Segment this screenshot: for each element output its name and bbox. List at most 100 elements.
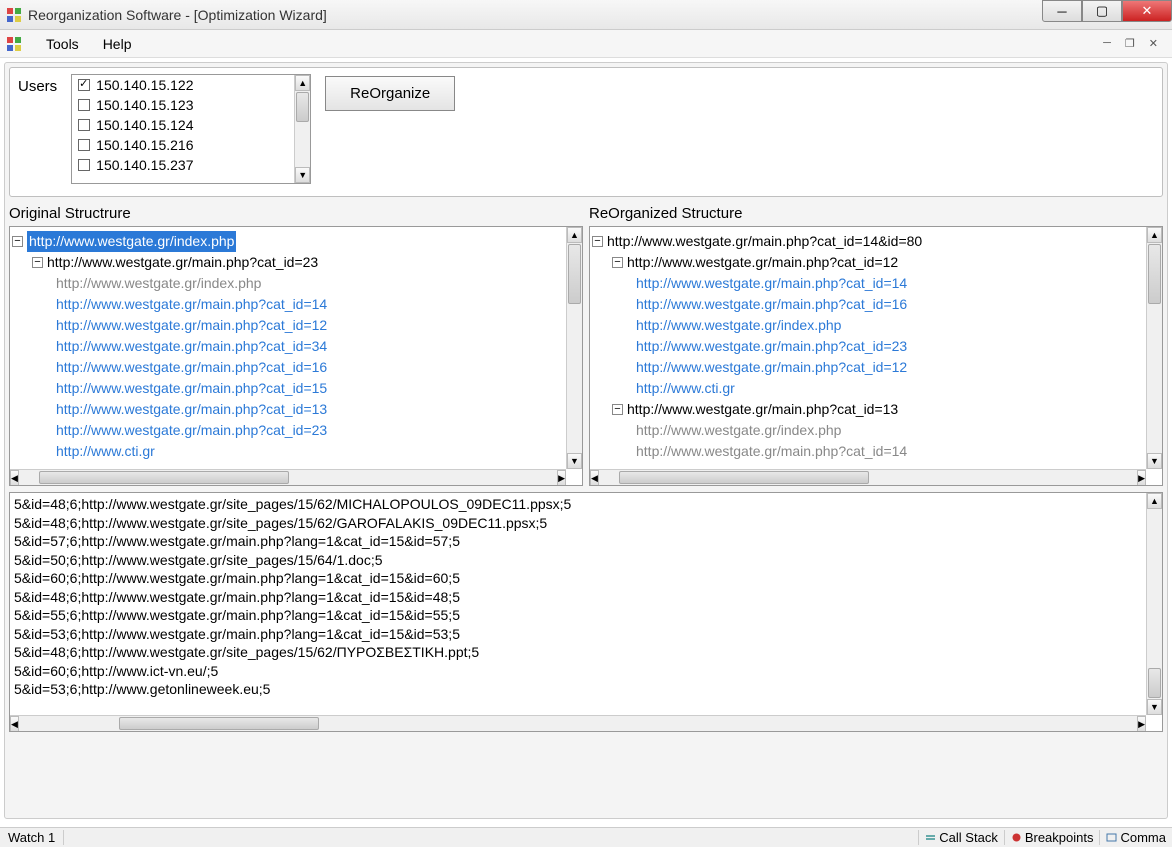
tree-node[interactable]: http://www.westgate.gr/main.php?cat_id=1…	[56, 378, 327, 399]
tree-node[interactable]: http://www.westgate.gr/main.php?cat_id=1…	[56, 357, 327, 378]
user-ip: 150.140.15.122	[96, 77, 193, 93]
callstack-tab[interactable]: Call Stack	[918, 830, 1004, 845]
tree-node[interactable]: http://www.westgate.gr/main.php?cat_id=1…	[56, 315, 327, 336]
maximize-button[interactable]: ▢	[1082, 0, 1122, 22]
tree-node[interactable]: http://www.westgate.gr/index.php	[636, 420, 841, 441]
user-row[interactable]: 150.140.15.122	[72, 75, 294, 95]
tree-node[interactable]: http://www.westgate.gr/main.php?cat_id=3…	[56, 336, 327, 357]
scroll-left-icon[interactable]: ◀	[590, 470, 599, 486]
user-checkbox[interactable]	[78, 159, 90, 171]
client-area: Users 150.140.15.122150.140.15.123150.14…	[4, 62, 1168, 819]
scroll-up-icon[interactable]: ▲	[567, 227, 582, 243]
tree-node[interactable]: http://www.westgate.gr/index.php	[27, 231, 236, 252]
scroll-left-icon[interactable]: ◀	[10, 716, 19, 732]
tree-node[interactable]: http://www.westgate.gr/main.php?cat_id=1…	[636, 441, 907, 462]
user-checkbox[interactable]	[78, 79, 90, 91]
log-line: 5&id=60;6;http://www.ict-vn.eu/;5	[14, 662, 1142, 681]
command-icon	[1106, 832, 1117, 843]
tree-node[interactable]: http://www.westgate.gr/index.php	[56, 273, 261, 294]
tree-expander[interactable]: −	[612, 257, 623, 268]
user-ip: 150.140.15.216	[96, 137, 193, 153]
tree-row: http://www.westgate.gr/index.php	[592, 420, 1144, 441]
tree-expander[interactable]: −	[12, 236, 23, 247]
tree-vscroll[interactable]: ▲ ▼	[1146, 227, 1162, 469]
tree-hscroll[interactable]: ◀ ▶	[590, 469, 1146, 485]
reorganized-structure-label: ReOrganized Structure	[589, 205, 1163, 222]
tree-node[interactable]: http://www.westgate.gr/main.php?cat_id=1…	[607, 231, 922, 252]
scroll-down-icon[interactable]: ▼	[1147, 453, 1162, 469]
tree-expander[interactable]: −	[592, 236, 603, 247]
tree-row: http://www.cti.gr	[592, 378, 1144, 399]
log-line: 5&id=50;6;http://www.westgate.gr/site_pa…	[14, 551, 1142, 570]
scroll-thumb[interactable]	[296, 92, 309, 122]
tree-expander[interactable]: −	[612, 404, 623, 415]
tree-row: −http://www.westgate.gr/main.php?cat_id=…	[12, 252, 564, 273]
reorganize-button[interactable]: ReOrganize	[325, 76, 455, 111]
menu-tools[interactable]: Tools	[36, 32, 89, 56]
menu-help[interactable]: Help	[93, 32, 142, 56]
menubar: Tools Help ─ ❐ ✕	[0, 30, 1172, 58]
scroll-thumb[interactable]	[1148, 668, 1161, 698]
scroll-right-icon[interactable]: ▶	[1137, 470, 1146, 486]
scroll-left-icon[interactable]: ◀	[10, 470, 19, 486]
tree-expander[interactable]: −	[32, 257, 43, 268]
log-line: 5&id=48;6;http://www.westgate.gr/main.ph…	[14, 588, 1142, 607]
mdi-close-button[interactable]: ✕	[1145, 35, 1162, 52]
command-tab[interactable]: Comma	[1099, 830, 1172, 845]
scroll-thumb[interactable]	[619, 471, 869, 484]
scroll-down-icon[interactable]: ▼	[567, 453, 582, 469]
log-line: 5&id=48;6;http://www.westgate.gr/site_pa…	[14, 643, 1142, 662]
scroll-thumb[interactable]	[119, 717, 319, 730]
tree-hscroll[interactable]: ◀ ▶	[10, 469, 566, 485]
scroll-up-icon[interactable]: ▲	[1147, 227, 1162, 243]
users-listbox[interactable]: 150.140.15.122 150.140.15.123150.140.15.1…	[71, 74, 311, 184]
tree-node[interactable]: http://www.westgate.gr/main.php?cat_id=2…	[47, 252, 318, 273]
log-line: 5&id=48;6;http://www.westgate.gr/site_pa…	[14, 514, 1142, 533]
original-tree[interactable]: −http://www.westgate.gr/index.php−http:/…	[9, 226, 583, 486]
tree-node[interactable]: http://www.westgate.gr/main.php?cat_id=1…	[627, 252, 898, 273]
scroll-thumb[interactable]	[39, 471, 289, 484]
log-vscroll[interactable]: ▲ ▼	[1146, 493, 1162, 715]
log-hscroll[interactable]: ◀ ▶	[10, 715, 1146, 731]
tree-node[interactable]: http://www.cti.gr	[56, 441, 155, 462]
scroll-up-icon[interactable]: ▲	[295, 75, 310, 91]
scroll-down-icon[interactable]: ▼	[1147, 699, 1162, 715]
tree-node[interactable]: http://www.westgate.gr/index.php	[636, 315, 841, 336]
log-textbox[interactable]: 5&id=48;6;http://www.westgate.gr/site_pa…	[9, 492, 1163, 732]
user-row[interactable]: 150.140.15.123	[72, 95, 294, 115]
tree-node[interactable]: http://www.westgate.gr/main.php?cat_id=1…	[56, 399, 327, 420]
tree-node[interactable]: http://www.westgate.gr/main.php?cat_id=1…	[636, 294, 907, 315]
tree-row: http://www.westgate.gr/main.php?cat_id=1…	[592, 294, 1144, 315]
tree-node[interactable]: http://www.cti.gr	[636, 378, 735, 399]
tree-node[interactable]: http://www.westgate.gr/main.php?cat_id=2…	[56, 420, 327, 441]
user-ip: 150.140.15.237	[96, 157, 193, 173]
reorganized-tree[interactable]: −http://www.westgate.gr/main.php?cat_id=…	[589, 226, 1163, 486]
mdi-minimize-button[interactable]: ─	[1099, 35, 1115, 52]
tree-node[interactable]: http://www.westgate.gr/main.php?cat_id=2…	[636, 336, 907, 357]
watch-panel-tab[interactable]: Watch 1	[0, 830, 64, 845]
log-line: 5&id=53;6;http://www.westgate.gr/main.ph…	[14, 625, 1142, 644]
user-row[interactable]: 150.140.15.216	[72, 135, 294, 155]
scroll-right-icon[interactable]: ▶	[557, 470, 566, 486]
breakpoints-tab[interactable]: Breakpoints	[1004, 830, 1100, 845]
tree-node[interactable]: http://www.westgate.gr/main.php?cat_id=1…	[636, 273, 907, 294]
scroll-up-icon[interactable]: ▲	[1147, 493, 1162, 509]
tree-row: −http://www.westgate.gr/main.php?cat_id=…	[592, 399, 1144, 420]
users-scrollbar[interactable]: ▲ ▼	[294, 75, 310, 183]
scroll-down-icon[interactable]: ▼	[295, 167, 310, 183]
user-checkbox[interactable]	[78, 139, 90, 151]
scroll-right-icon[interactable]: ▶	[1137, 716, 1146, 732]
user-checkbox[interactable]	[78, 99, 90, 111]
tree-node[interactable]: http://www.westgate.gr/main.php?cat_id=1…	[56, 294, 327, 315]
tree-node[interactable]: http://www.westgate.gr/main.php?cat_id=1…	[627, 399, 898, 420]
mdi-restore-button[interactable]: ❐	[1121, 35, 1139, 52]
user-row[interactable]: 150.140.15.237	[72, 155, 294, 175]
tree-node[interactable]: http://www.westgate.gr/main.php?cat_id=1…	[636, 357, 907, 378]
scroll-thumb[interactable]	[568, 244, 581, 304]
close-button[interactable]: ✕	[1122, 0, 1172, 22]
user-row[interactable]: 150.140.15.124	[72, 115, 294, 135]
scroll-thumb[interactable]	[1148, 244, 1161, 304]
minimize-button[interactable]: ─	[1042, 0, 1082, 22]
user-checkbox[interactable]	[78, 119, 90, 131]
tree-vscroll[interactable]: ▲ ▼	[566, 227, 582, 469]
